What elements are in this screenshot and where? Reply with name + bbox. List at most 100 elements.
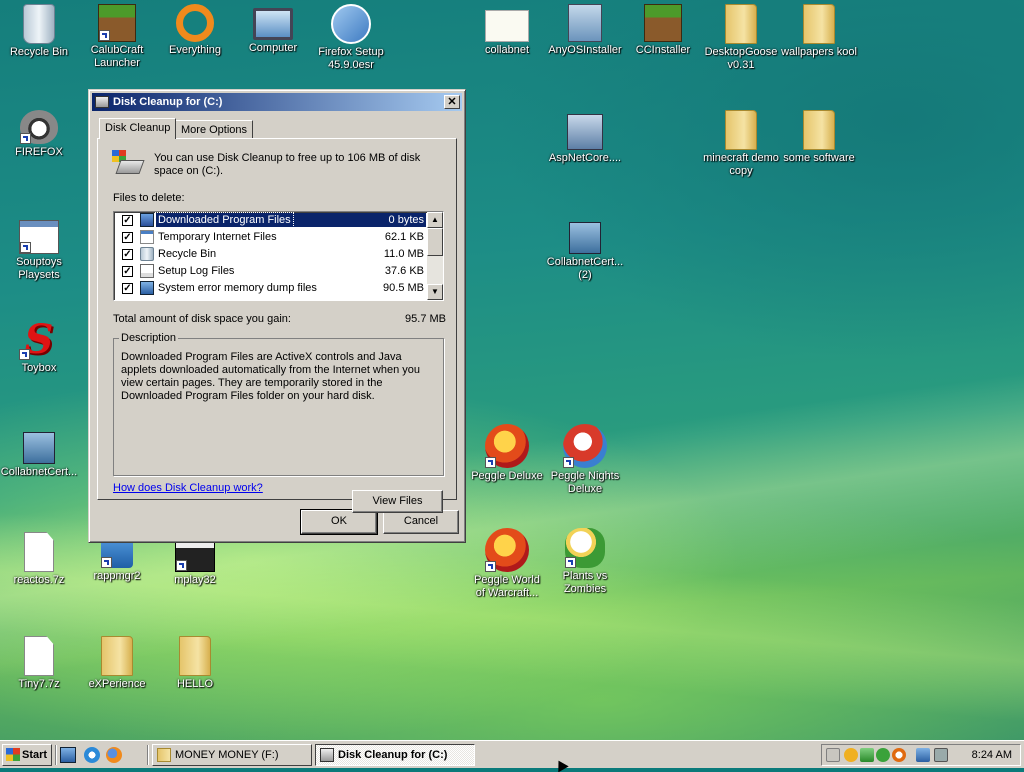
shortcut-arrow-icon bbox=[99, 30, 110, 41]
firefox-icon[interactable] bbox=[106, 747, 122, 763]
desktop-icon-some-software[interactable]: some software bbox=[780, 110, 858, 165]
desktop-icon-collabnet[interactable]: collabnet bbox=[468, 4, 546, 57]
start-button[interactable]: Start bbox=[2, 744, 52, 766]
java-icon[interactable] bbox=[844, 748, 858, 762]
desktop-icon-collabnetcert[interactable]: CollabnetCert... bbox=[0, 426, 78, 479]
list-item[interactable]: ✓ Downloaded Program Files 0 bytes bbox=[116, 212, 426, 229]
recycle-bin-icon bbox=[140, 247, 154, 261]
drive-cleanup-icon bbox=[112, 150, 145, 174]
description-text: Downloaded Program Files are ActiveX con… bbox=[121, 351, 421, 402]
files-to-delete-label: Files to delete: bbox=[113, 192, 185, 204]
ok-button[interactable]: OK bbox=[300, 509, 378, 535]
aspnet-installer-icon bbox=[567, 114, 603, 150]
list-item-partial[interactable] bbox=[116, 297, 426, 301]
desktop-icon-experience[interactable]: eXPerience bbox=[78, 636, 156, 691]
task-disk-cleanup[interactable]: Disk Cleanup for (C:) bbox=[315, 744, 475, 766]
security-icon[interactable] bbox=[876, 748, 890, 762]
desktop-icon-wallpapers-kool[interactable]: wallpapers kool bbox=[780, 4, 858, 59]
minecraft-grass-icon bbox=[98, 4, 136, 42]
system-tray: 8:24 AM bbox=[821, 744, 1021, 766]
desktop-icon-hello[interactable]: HELLO bbox=[156, 636, 234, 691]
desktop-icon-aspnetcore[interactable]: AspNetCore.... bbox=[546, 110, 624, 165]
folder-icon bbox=[725, 110, 757, 150]
checkbox[interactable]: ✓ bbox=[122, 266, 133, 277]
disk-cleanup-dialog: Disk Cleanup for (C:) ✕ Disk Cleanup Mor… bbox=[88, 89, 466, 543]
desktop-icon-toybox[interactable]: S Toybox bbox=[0, 320, 78, 375]
setup-installer-icon bbox=[331, 4, 371, 44]
peggle-icon bbox=[485, 424, 529, 468]
close-button[interactable]: ✕ bbox=[444, 95, 460, 109]
checkbox[interactable] bbox=[122, 300, 133, 301]
shortcut-arrow-icon bbox=[101, 557, 112, 568]
shortcut-arrow-icon bbox=[565, 557, 576, 568]
shortcut-arrow-icon bbox=[20, 242, 31, 253]
checkbox[interactable]: ✓ bbox=[122, 232, 133, 243]
list-item[interactable]: ✓ Temporary Internet Files 62.1 KB bbox=[116, 229, 426, 246]
desktop-icon-peggle-wow[interactable]: Peggle World of Warcraft... bbox=[468, 528, 546, 600]
checkbox[interactable]: ✓ bbox=[122, 215, 133, 226]
desktop-icon-recycle-bin[interactable]: Recycle Bin bbox=[0, 4, 78, 59]
task-label: Disk Cleanup for (C:) bbox=[338, 749, 448, 761]
taskbar-separator bbox=[55, 745, 57, 765]
list-item[interactable]: ✓ Recycle Bin 11.0 MB bbox=[116, 246, 426, 263]
cancel-button[interactable]: Cancel bbox=[383, 510, 459, 534]
desktop-icon-desktopgoose[interactable]: DesktopGoose v0.31 bbox=[702, 4, 780, 72]
tray-chevron-icon[interactable] bbox=[826, 748, 840, 762]
file-name: Setup Log Files bbox=[158, 265, 235, 277]
desktop-icon-anyosinstaller[interactable]: AnyOSInstaller bbox=[546, 4, 624, 57]
checkbox[interactable]: ✓ bbox=[122, 283, 133, 294]
volume-muted-icon[interactable] bbox=[934, 748, 948, 762]
internet-explorer-icon[interactable] bbox=[84, 747, 100, 763]
tab-more-options[interactable]: More Options bbox=[175, 120, 254, 139]
dialog-title: Disk Cleanup for (C:) bbox=[113, 96, 223, 108]
tab-disk-cleanup[interactable]: Disk Cleanup bbox=[99, 118, 177, 139]
scroll-thumb[interactable] bbox=[427, 228, 443, 256]
file-size: 90.5 MB bbox=[383, 282, 424, 294]
description-title: Description bbox=[119, 332, 179, 345]
files-listbox[interactable]: ✓ Downloaded Program Files 0 bytes ✓ Tem… bbox=[113, 211, 444, 301]
certificate-icon bbox=[485, 10, 529, 42]
recycle-bin-icon bbox=[23, 4, 55, 44]
desktop-icon-firefox-setup[interactable]: Firefox Setup 45.9.0esr bbox=[312, 4, 390, 72]
desktop-icon-calubcraft[interactable]: CalubCraft Launcher bbox=[78, 4, 156, 70]
task-money-money-drive[interactable]: MONEY MONEY (F:) bbox=[152, 744, 312, 766]
desktop-icon-ccinstaller[interactable]: CCInstaller bbox=[624, 4, 702, 57]
desktop-icon-everything[interactable]: Everything bbox=[156, 4, 234, 57]
dialog-title-bar[interactable]: Disk Cleanup for (C:) ✕ bbox=[92, 93, 462, 111]
desktop-icon-peggle-deluxe[interactable]: Peggle Deluxe bbox=[468, 424, 546, 483]
media-clapper-icon bbox=[175, 540, 215, 572]
clock[interactable]: 8:24 AM bbox=[972, 745, 1012, 765]
disk-cleanup-icon bbox=[320, 748, 334, 762]
file-size: 11.0 MB bbox=[383, 248, 424, 260]
desktop-icon-collabnetcert-2[interactable]: CollabnetCert... (2) bbox=[546, 216, 624, 282]
show-desktop-icon[interactable] bbox=[60, 747, 76, 763]
desktop-icon-peggle-nights[interactable]: Peggle Nights Deluxe bbox=[546, 424, 624, 496]
folder-icon bbox=[101, 636, 133, 676]
search-icon[interactable] bbox=[892, 748, 906, 762]
desktop-icon-firefox[interactable]: FIREFOX bbox=[0, 110, 78, 159]
total-gain-value: 95.7 MB bbox=[405, 313, 446, 325]
peggle-icon bbox=[485, 528, 529, 572]
view-files-button[interactable]: View Files bbox=[352, 490, 443, 513]
files-scrollbar[interactable]: ▲ ▼ bbox=[427, 212, 443, 300]
desktop-icon-minecraft-demo[interactable]: minecraft demo copy bbox=[702, 110, 780, 178]
folder-icon bbox=[803, 4, 835, 44]
help-link[interactable]: How does Disk Cleanup work? bbox=[113, 482, 263, 495]
list-item[interactable]: ✓ System error memory dump files 90.5 MB bbox=[116, 280, 426, 297]
desktop-icon-computer[interactable]: Computer bbox=[234, 4, 312, 55]
program-files-icon bbox=[140, 213, 154, 227]
desktop-icon-reactos[interactable]: reactos.7z bbox=[0, 532, 78, 587]
desktop-icon-plants-vs-zombies[interactable]: Plants vs Zombies bbox=[546, 528, 624, 596]
desktop-icon-souptoys[interactable]: Souptoys Playsets bbox=[0, 216, 78, 282]
scroll-down-button[interactable]: ▼ bbox=[427, 284, 443, 300]
scroll-up-button[interactable]: ▲ bbox=[427, 212, 443, 228]
computer-icon bbox=[253, 8, 293, 40]
folder-icon bbox=[157, 748, 171, 762]
safely-remove-icon[interactable] bbox=[860, 748, 874, 762]
checkbox[interactable]: ✓ bbox=[122, 249, 133, 260]
desktop-icon-tiny7[interactable]: Tiny7.7z bbox=[0, 636, 78, 691]
triangle-up-icon: ▲ bbox=[431, 215, 439, 224]
network-icon[interactable] bbox=[916, 748, 930, 762]
list-item[interactable]: ✓ Setup Log Files 37.6 KB bbox=[116, 263, 426, 280]
start-label: Start bbox=[22, 749, 48, 761]
